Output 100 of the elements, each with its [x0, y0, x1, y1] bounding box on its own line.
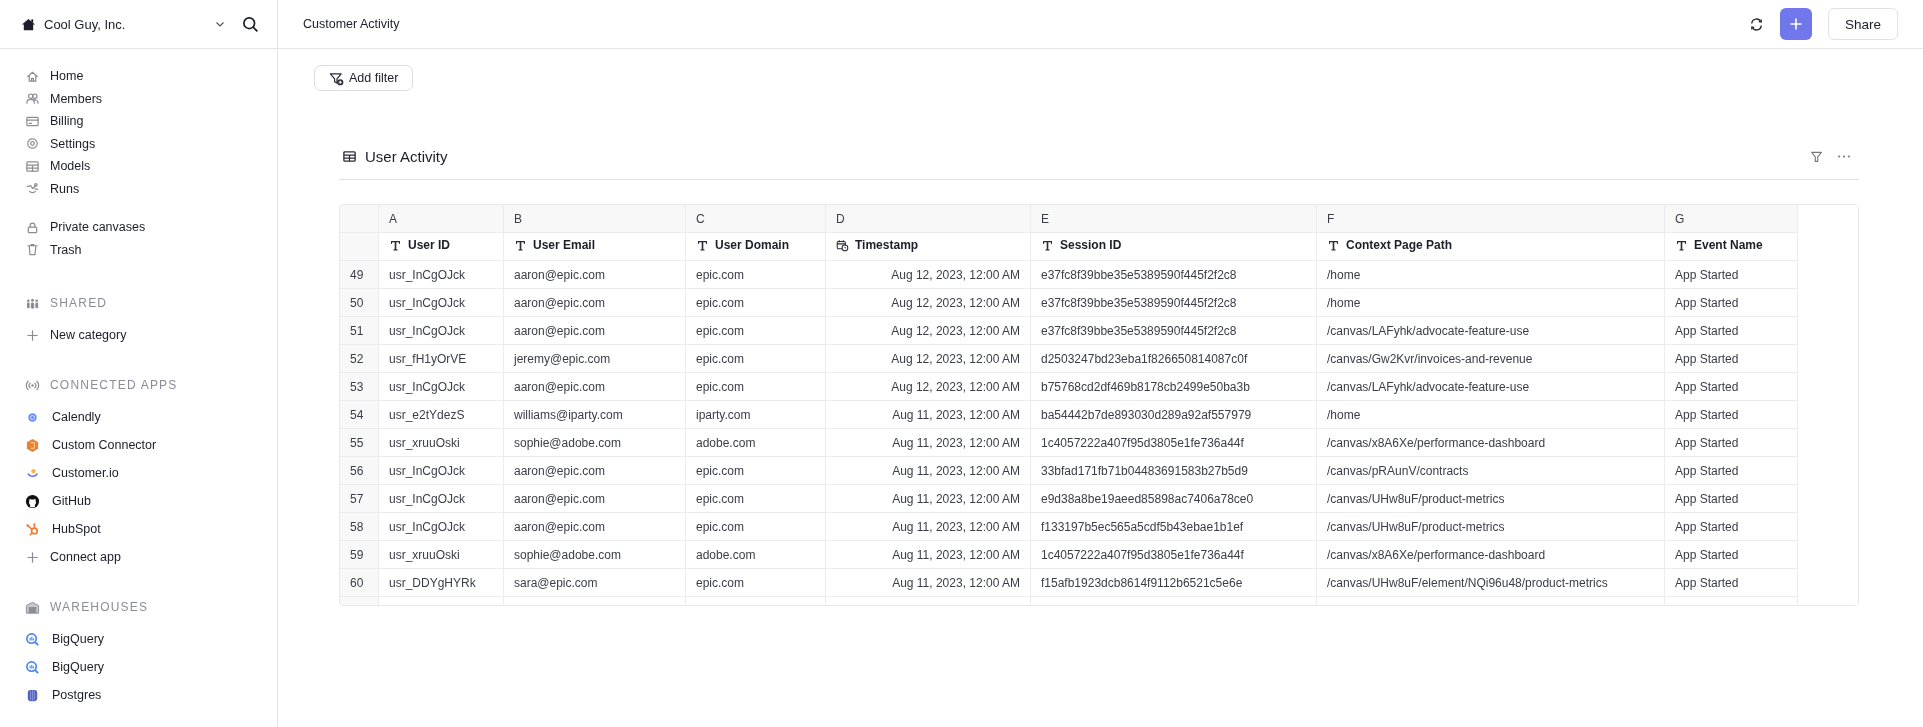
add-button[interactable] [1779, 8, 1812, 40]
table-cell: d2503247bd23eba1f826650814087c0f [1041, 351, 1248, 366]
row-number: 60 [350, 575, 364, 590]
table-cell: epic.com [696, 351, 745, 366]
table-cell: App Started [1675, 267, 1739, 282]
column-header[interactable]: Timestamp [855, 238, 919, 253]
search-icon[interactable] [242, 15, 259, 33]
section-heading: WAREHOUSES [50, 600, 149, 614]
table-cell: usr_DDYgHYRk [389, 575, 476, 590]
sidebar-item[interactable]: Custom Connector [52, 438, 157, 452]
sidebar-item[interactable]: BigQuery [52, 660, 105, 674]
hubspot-icon [25, 521, 40, 537]
nav-item[interactable]: Billing [50, 114, 84, 129]
table-cell: usr_fH1yOrVE [389, 351, 467, 366]
column-letter: B [514, 211, 522, 226]
table-cell: epic.com [696, 267, 745, 282]
table-cell: epic.com [696, 575, 745, 590]
table-cell: e37fc8f39bbe35e5389590f445f2f2c8 [1041, 295, 1237, 310]
sidebar-item[interactable]: BigQuery [52, 632, 105, 646]
table-cell: sophie@adobe.com [514, 435, 621, 450]
sidebar-item[interactable]: New category [50, 328, 127, 342]
table-cell: epic.com [696, 519, 745, 534]
column-letter: D [836, 211, 845, 226]
share-button[interactable]: Share [1827, 8, 1898, 40]
column-header[interactable]: Event Name [1694, 238, 1763, 253]
table-cell: /canvas/UHw8uF/product-metrics [1327, 491, 1505, 506]
row-number: 51 [350, 323, 364, 338]
table-cell: Aug 11, 2023, 12:00 AM [892, 491, 1020, 506]
table-cell: e37fc8f39bbe35e5389590f445f2f2c8 [1041, 323, 1237, 338]
column-letter: E [1041, 211, 1049, 226]
people-icon [25, 91, 40, 107]
table-cell: App Started [1675, 463, 1739, 478]
row-number: 53 [350, 379, 364, 394]
table-cell: /canvas/UHw8uF/element/NQi96u48/product-metrics [1327, 575, 1608, 590]
table-cell: /home [1327, 267, 1361, 282]
text-type-icon [1675, 238, 1688, 252]
table-cell: aaron@epic.com [514, 463, 605, 478]
workspace-name[interactable]: Cool Guy, Inc. [44, 16, 206, 32]
refresh-icon[interactable] [1748, 16, 1764, 32]
table-cell: Aug 11, 2023, 12:00 AM [892, 463, 1020, 478]
filter-icon[interactable] [1810, 149, 1823, 163]
table-cell: e37fc8f39bbe35e5389590f445f2f2c8 [1041, 267, 1237, 282]
section-heading: CONNECTED APPS [50, 378, 178, 392]
column-letter: F [1327, 211, 1335, 226]
table-cell: adobe.com [696, 547, 756, 562]
table-cell: Aug 12, 2023, 12:00 AM [891, 323, 1020, 338]
table-cell: /home [1327, 295, 1361, 310]
nav-item[interactable]: Settings [50, 136, 96, 151]
plus-icon [25, 549, 40, 565]
column-header[interactable]: Session ID [1060, 238, 1122, 253]
text-type-icon [1327, 238, 1340, 252]
table-cell: App Started [1675, 519, 1739, 534]
row-number: 55 [350, 435, 364, 450]
table-cell: epic.com [696, 295, 745, 310]
table-cell: Aug 11, 2023, 12:00 AM [892, 547, 1020, 562]
table-cell: usr_InCgOJck [389, 267, 466, 282]
sidebar-item[interactable]: GitHub [52, 494, 91, 508]
table-cell: e9d38a8be19aeed85898ac7406a78ce0 [1041, 491, 1254, 506]
sidebar-item[interactable]: HubSpot [52, 522, 101, 536]
table-cell: sara@epic.com [514, 575, 598, 590]
table-cell: /canvas/x8A6Xe/performance-dashboard [1327, 547, 1546, 562]
table-title: User Activity [365, 147, 448, 165]
table-icon [25, 158, 40, 174]
table-cell: f133197b5ec565a5cdf5b43ebae1b1ef [1041, 519, 1244, 534]
nav-item[interactable]: Runs [50, 181, 80, 196]
table-cell: App Started [1675, 379, 1739, 394]
table-cell: Aug 11, 2023, 12:00 AM [892, 575, 1020, 590]
table-cell: /canvas/LAFyhk/advocate-feature-use [1327, 379, 1530, 394]
sidebar-item[interactable]: Calendly [52, 410, 101, 424]
table-cell: usr_InCgOJck [389, 463, 466, 478]
table-cell: usr_InCgOJck [389, 491, 466, 506]
nav-item[interactable]: Private canvases [50, 220, 146, 235]
sidebar-item[interactable]: Postgres [52, 688, 102, 702]
table-cell: epic.com [696, 491, 745, 506]
filter-plus-icon [329, 70, 344, 86]
table-cell: epic.com [696, 323, 745, 338]
settings-icon [25, 136, 40, 152]
table-icon [342, 148, 357, 164]
nav-item[interactable]: Trash [50, 242, 82, 257]
column-header[interactable]: Context Page Path [1346, 238, 1453, 253]
plus-icon [25, 327, 40, 343]
column-header[interactable]: User Domain [715, 238, 790, 253]
sidebar-item[interactable]: Customer.io [52, 466, 119, 480]
nav-item[interactable]: Models [50, 159, 91, 174]
table-cell: usr_xruuOski [389, 547, 460, 562]
table-cell: iparty.com [696, 407, 751, 422]
sidebar-item[interactable]: Connect app [50, 550, 121, 564]
column-letter: A [389, 211, 397, 226]
table-cell: epic.com [696, 463, 745, 478]
text-type-icon [514, 238, 527, 252]
nav-item[interactable]: Home [50, 69, 84, 84]
table-cell: App Started [1675, 435, 1739, 450]
column-header[interactable]: User ID [408, 238, 451, 253]
table-cell: App Started [1675, 323, 1739, 338]
column-header[interactable]: User Email [533, 238, 596, 253]
add-filter-button[interactable]: Add filter [314, 65, 414, 91]
nav-item[interactable]: Members [50, 91, 103, 106]
table-cell: App Started [1675, 575, 1739, 590]
table-cell: usr_InCgOJck [389, 323, 466, 338]
text-type-icon [389, 238, 402, 252]
